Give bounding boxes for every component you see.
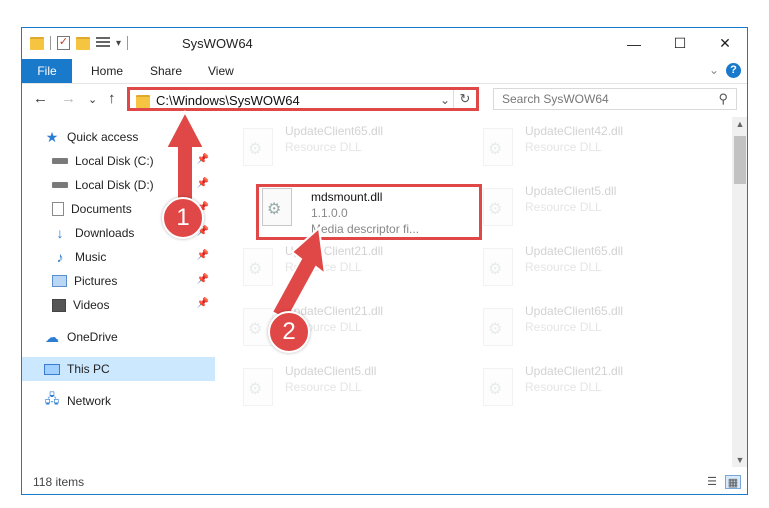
step-badge-2: 2 [268, 311, 310, 353]
annotation-overlay [164, 109, 327, 322]
arrow-2 [270, 225, 327, 322]
step-badge-1: 1 [162, 197, 204, 239]
arrow-1 [164, 109, 206, 211]
